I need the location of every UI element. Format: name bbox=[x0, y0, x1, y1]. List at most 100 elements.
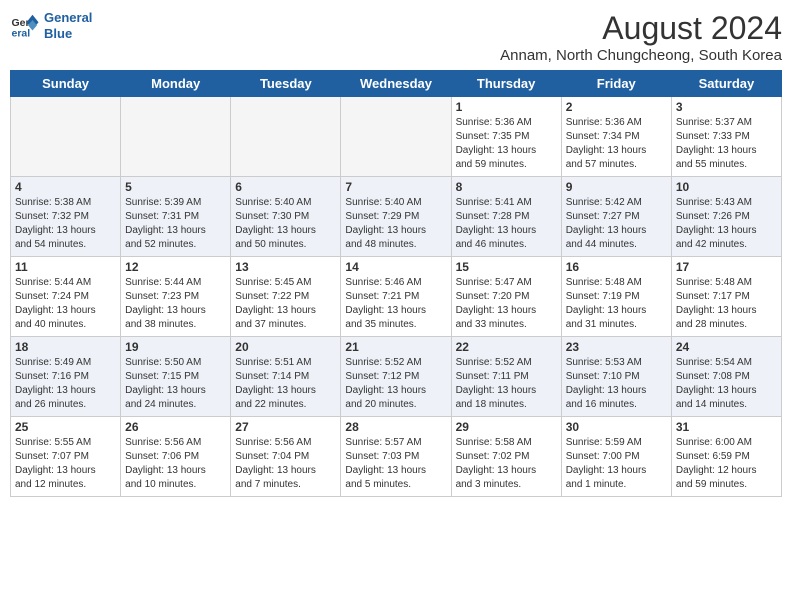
day-content: Sunrise: 5:37 AMSunset: 7:33 PMDaylight:… bbox=[676, 116, 777, 172]
day-number: 15 bbox=[456, 260, 557, 274]
day-number: 3 bbox=[676, 100, 777, 114]
calendar-header-row: SundayMondayTuesdayWednesdayThursdayFrid… bbox=[11, 71, 782, 97]
calendar-week-row: 18 Sunrise: 5:49 AMSunset: 7:16 PMDayligh… bbox=[11, 337, 782, 417]
day-content: Sunrise: 5:42 AMSunset: 7:27 PMDaylight:… bbox=[566, 196, 667, 252]
logo-icon: Gen eral bbox=[10, 11, 40, 41]
calendar-cell bbox=[231, 97, 341, 177]
calendar-cell: 19 Sunrise: 5:50 AMSunset: 7:15 PMDayligh… bbox=[121, 337, 231, 417]
day-content: Sunrise: 5:52 AMSunset: 7:12 PMDaylight:… bbox=[345, 356, 446, 412]
calendar-cell: 28 Sunrise: 5:57 AMSunset: 7:03 PMDayligh… bbox=[341, 417, 451, 497]
logo-text: General Blue bbox=[44, 10, 92, 41]
calendar-table: SundayMondayTuesdayWednesdayThursdayFrid… bbox=[10, 70, 782, 497]
calendar-cell: 16 Sunrise: 5:48 AMSunset: 7:19 PMDayligh… bbox=[561, 257, 671, 337]
month-title: August 2024 bbox=[500, 10, 782, 47]
calendar-cell bbox=[11, 97, 121, 177]
day-number: 28 bbox=[345, 420, 446, 434]
day-content: Sunrise: 5:52 AMSunset: 7:11 PMDaylight:… bbox=[456, 356, 557, 412]
logo-line1: General bbox=[44, 10, 92, 25]
day-number: 25 bbox=[15, 420, 116, 434]
calendar-cell: 24Sunrise: 5:54 AMSunset: 7:08 PMDayligh… bbox=[671, 337, 781, 417]
day-header-friday: Friday bbox=[561, 71, 671, 97]
day-content: Sunrise: 5:44 AMSunset: 7:23 PMDaylight:… bbox=[125, 276, 226, 332]
calendar-week-row: 4Sunrise: 5:38 AMSunset: 7:32 PMDaylight… bbox=[11, 177, 782, 257]
day-content: Sunrise: 5:59 AMSunset: 7:00 PMDaylight:… bbox=[566, 436, 667, 492]
location-subtitle: Annam, North Chungcheong, South Korea bbox=[500, 47, 782, 64]
day-number: 21 bbox=[345, 340, 446, 354]
calendar-cell: 3 Sunrise: 5:37 AMSunset: 7:33 PMDaylight… bbox=[671, 97, 781, 177]
day-number: 29 bbox=[456, 420, 557, 434]
day-number: 9 bbox=[566, 180, 667, 194]
day-header-monday: Monday bbox=[121, 71, 231, 97]
day-number: 16 bbox=[566, 260, 667, 274]
day-content: Sunrise: 6:00 AMSunset: 6:59 PMDaylight:… bbox=[676, 436, 777, 492]
day-header-saturday: Saturday bbox=[671, 71, 781, 97]
day-number: 11 bbox=[15, 260, 116, 274]
day-content: Sunrise: 5:44 AMSunset: 7:24 PMDaylight:… bbox=[15, 276, 116, 332]
calendar-cell: 13 Sunrise: 5:45 AMSunset: 7:22 PMDayligh… bbox=[231, 257, 341, 337]
day-header-tuesday: Tuesday bbox=[231, 71, 341, 97]
day-content: Sunrise: 5:36 AMSunset: 7:34 PMDaylight:… bbox=[566, 116, 667, 172]
calendar-cell: 2 Sunrise: 5:36 AMSunset: 7:34 PMDaylight… bbox=[561, 97, 671, 177]
calendar-week-row: 1Sunrise: 5:36 AMSunset: 7:35 PMDaylight… bbox=[11, 97, 782, 177]
calendar-cell: 23 Sunrise: 5:53 AMSunset: 7:10 PMDayligh… bbox=[561, 337, 671, 417]
calendar-cell: 12 Sunrise: 5:44 AMSunset: 7:23 PMDayligh… bbox=[121, 257, 231, 337]
calendar-cell: 26Sunrise: 5:56 AMSunset: 7:06 PMDayligh… bbox=[121, 417, 231, 497]
calendar-cell: 21 Sunrise: 5:52 AMSunset: 7:12 PMDayligh… bbox=[341, 337, 451, 417]
day-content: Sunrise: 5:56 AMSunset: 7:06 PMDaylight:… bbox=[125, 436, 226, 492]
day-content: Sunrise: 5:39 AMSunset: 7:31 PMDaylight:… bbox=[125, 196, 226, 252]
day-number: 19 bbox=[125, 340, 226, 354]
day-content: Sunrise: 5:48 AMSunset: 7:19 PMDaylight:… bbox=[566, 276, 667, 332]
calendar-cell: 5 Sunrise: 5:39 AMSunset: 7:31 PMDaylight… bbox=[121, 177, 231, 257]
calendar-cell: 4Sunrise: 5:38 AMSunset: 7:32 PMDaylight… bbox=[11, 177, 121, 257]
calendar-cell: 15Sunrise: 5:47 AMSunset: 7:20 PMDayligh… bbox=[451, 257, 561, 337]
calendar-cell bbox=[121, 97, 231, 177]
logo-line2: Blue bbox=[44, 26, 72, 41]
day-number: 23 bbox=[566, 340, 667, 354]
day-number: 14 bbox=[345, 260, 446, 274]
day-number: 31 bbox=[676, 420, 777, 434]
day-number: 1 bbox=[456, 100, 557, 114]
day-number: 18 bbox=[15, 340, 116, 354]
calendar-cell: 6Sunrise: 5:40 AMSunset: 7:30 PMDaylight… bbox=[231, 177, 341, 257]
calendar-cell: 11 Sunrise: 5:44 AMSunset: 7:24 PMDayligh… bbox=[11, 257, 121, 337]
day-content: Sunrise: 5:51 AMSunset: 7:14 PMDaylight:… bbox=[235, 356, 336, 412]
day-number: 5 bbox=[125, 180, 226, 194]
day-number: 12 bbox=[125, 260, 226, 274]
day-content: Sunrise: 5:46 AMSunset: 7:21 PMDaylight:… bbox=[345, 276, 446, 332]
day-number: 8 bbox=[456, 180, 557, 194]
day-header-thursday: Thursday bbox=[451, 71, 561, 97]
day-number: 24 bbox=[676, 340, 777, 354]
day-content: Sunrise: 5:40 AMSunset: 7:29 PMDaylight:… bbox=[345, 196, 446, 252]
day-content: Sunrise: 5:38 AMSunset: 7:32 PMDaylight:… bbox=[15, 196, 116, 252]
day-content: Sunrise: 5:57 AMSunset: 7:03 PMDaylight:… bbox=[345, 436, 446, 492]
calendar-cell: 17Sunrise: 5:48 AMSunset: 7:17 PMDayligh… bbox=[671, 257, 781, 337]
calendar-cell: 8Sunrise: 5:41 AMSunset: 7:28 PMDaylight… bbox=[451, 177, 561, 257]
day-content: Sunrise: 5:58 AMSunset: 7:02 PMDaylight:… bbox=[456, 436, 557, 492]
calendar-cell: 29 Sunrise: 5:58 AMSunset: 7:02 PMDayligh… bbox=[451, 417, 561, 497]
day-content: Sunrise: 5:49 AMSunset: 7:16 PMDaylight:… bbox=[15, 356, 116, 412]
calendar-week-row: 25 Sunrise: 5:55 AMSunset: 7:07 PMDayligh… bbox=[11, 417, 782, 497]
calendar-cell: 7 Sunrise: 5:40 AMSunset: 7:29 PMDaylight… bbox=[341, 177, 451, 257]
day-number: 10 bbox=[676, 180, 777, 194]
calendar-cell: 22 Sunrise: 5:52 AMSunset: 7:11 PMDayligh… bbox=[451, 337, 561, 417]
calendar-cell bbox=[341, 97, 451, 177]
day-content: Sunrise: 5:40 AMSunset: 7:30 PMDaylight:… bbox=[235, 196, 336, 252]
calendar-cell: 27Sunrise: 5:56 AMSunset: 7:04 PMDayligh… bbox=[231, 417, 341, 497]
day-content: Sunrise: 5:55 AMSunset: 7:07 PMDaylight:… bbox=[15, 436, 116, 492]
title-block: August 2024 Annam, North Chungcheong, So… bbox=[500, 10, 782, 64]
day-number: 7 bbox=[345, 180, 446, 194]
day-number: 27 bbox=[235, 420, 336, 434]
day-content: Sunrise: 5:53 AMSunset: 7:10 PMDaylight:… bbox=[566, 356, 667, 412]
day-number: 2 bbox=[566, 100, 667, 114]
day-number: 22 bbox=[456, 340, 557, 354]
day-content: Sunrise: 5:50 AMSunset: 7:15 PMDaylight:… bbox=[125, 356, 226, 412]
day-content: Sunrise: 5:43 AMSunset: 7:26 PMDaylight:… bbox=[676, 196, 777, 252]
calendar-cell: 31 Sunrise: 6:00 AMSunset: 6:59 PMDayligh… bbox=[671, 417, 781, 497]
day-number: 17 bbox=[676, 260, 777, 274]
calendar-cell: 10 Sunrise: 5:43 AMSunset: 7:26 PMDayligh… bbox=[671, 177, 781, 257]
day-number: 13 bbox=[235, 260, 336, 274]
day-header-wednesday: Wednesday bbox=[341, 71, 451, 97]
day-content: Sunrise: 5:45 AMSunset: 7:22 PMDaylight:… bbox=[235, 276, 336, 332]
day-header-sunday: Sunday bbox=[11, 71, 121, 97]
calendar-cell: 25 Sunrise: 5:55 AMSunset: 7:07 PMDayligh… bbox=[11, 417, 121, 497]
